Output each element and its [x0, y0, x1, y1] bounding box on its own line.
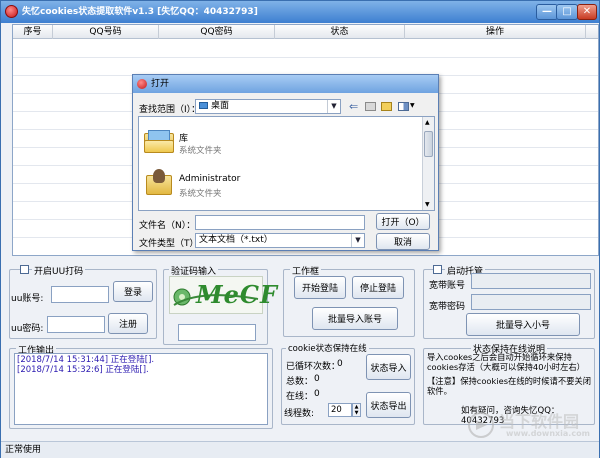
broadband-account-label: 宽带账号 — [429, 281, 466, 291]
column-header-qq[interactable]: QQ号码 — [53, 25, 159, 39]
uu-password-label: uu密码: — [11, 324, 44, 334]
uu-checkbox[interactable] — [20, 265, 29, 274]
threads-input[interactable]: 20 — [328, 403, 352, 417]
uu-account-input[interactable] — [51, 286, 109, 303]
broadband-account-input[interactable] — [471, 273, 591, 289]
back-arrow-icon[interactable]: ⇐ — [349, 100, 358, 113]
filetype-label: 文件类型（T）： — [139, 239, 203, 249]
file-item-type: 系统文件夹 — [179, 189, 222, 199]
view-chevron-icon[interactable]: ▼ — [410, 102, 415, 109]
log-line: [2018/7/14 15:31:44] 正在登陆[]. — [17, 355, 155, 365]
cookie-legend: cookie状态保持在线 — [286, 342, 369, 354]
up-folder-icon[interactable] — [365, 102, 376, 111]
help-warning: 【注意】保持cookies在线的时候请不要关闭软件。 — [427, 376, 592, 396]
status-bar: 正常使用 — [1, 441, 599, 458]
column-header-status[interactable]: 状态 — [275, 25, 405, 39]
scrollbar-thumb[interactable] — [424, 131, 433, 157]
window-title: 失忆cookies状态提取软件v1.3 [失忆QQ：40432793] — [22, 7, 258, 17]
uu-checkbox-label: 开启UU打码 — [32, 264, 86, 277]
filetype-select[interactable]: 文本文档（*.txt） ▼ — [195, 233, 365, 248]
dialog-open-button[interactable]: 打开（O） — [376, 213, 430, 230]
help-text: 导入cookes之后会自动开始循环来保持cookies存活（大概可以保持40小时… — [427, 352, 585, 372]
captcha-text: MeCF — [196, 280, 278, 309]
column-header-password[interactable]: QQ密码 — [159, 25, 275, 39]
chevron-down-icon[interactable]: ▼ — [351, 234, 364, 247]
spin-down-icon[interactable]: ▼ — [355, 410, 359, 416]
grid-line — [13, 57, 598, 58]
file-item-name[interactable]: Administrator — [179, 174, 240, 184]
captcha-image[interactable]: MeCF — [169, 276, 277, 314]
lookin-value: 桌面 — [211, 101, 230, 111]
online-value: 0 — [314, 389, 320, 399]
total-value: 0 — [314, 374, 320, 384]
stop-login-button[interactable]: 停止登陆 — [352, 276, 404, 299]
uu-account-label: uu账号: — [11, 294, 44, 304]
batch-import-accounts-button[interactable]: 批量导入账号 — [312, 307, 398, 330]
chevron-down-icon[interactable]: ▼ — [327, 100, 340, 113]
broadband-password-input[interactable] — [471, 294, 591, 310]
file-list[interactable]: 库 系统文件夹 Administrator 系统文件夹 ▲ ▼ — [138, 116, 435, 211]
table-header: 序号 QQ号码 QQ密码 状态 操作 — [13, 25, 598, 39]
dialog-app-icon — [137, 79, 147, 89]
file-list-scrollbar[interactable]: ▲ ▼ — [422, 117, 434, 210]
start-login-button[interactable]: 开始登陆 — [294, 276, 346, 299]
minimize-button[interactable]: — — [536, 4, 558, 20]
file-item-type: 系统文件夹 — [179, 146, 222, 156]
watermark-url: www.downxia.com — [506, 429, 590, 438]
dialog-title: 打开 — [151, 79, 170, 89]
user-folder-icon[interactable] — [144, 169, 174, 197]
scroll-down-icon[interactable]: ▼ — [425, 201, 430, 208]
log-line: [2018/7/14 15:32:6] 正在登陆[]. — [17, 365, 149, 375]
batch-import-small-accounts-button[interactable]: 批量导入小号 — [466, 313, 580, 336]
broadband-password-label: 宽带密码 — [429, 302, 466, 312]
cycle-count-value: 0 — [337, 359, 343, 369]
open-file-dialog[interactable]: 打开 查找范围（I）： 桌面 ▼ ⇐ ▼ 库 系统文件夹 Administrat… — [132, 74, 439, 251]
view-menu-icon[interactable] — [398, 102, 409, 111]
file-item-name[interactable]: 库 — [179, 131, 188, 144]
watermark-logo-icon — [468, 412, 494, 438]
filename-label: 文件名（N）： — [139, 221, 196, 231]
close-button[interactable]: ✕ — [577, 4, 597, 20]
title-bar[interactable]: 失忆cookies状态提取软件v1.3 [失忆QQ：40432793] — □ … — [1, 1, 599, 23]
column-header-index[interactable]: 序号 — [13, 25, 53, 39]
filename-input[interactable] — [195, 215, 365, 230]
app-logo-icon — [5, 5, 18, 18]
threads-value: 20 — [331, 405, 342, 415]
scroll-up-icon[interactable]: ▲ — [425, 119, 430, 126]
uu-login-button[interactable]: 登录 — [113, 281, 153, 302]
status-import-button[interactable]: 状态导入 — [366, 354, 411, 380]
output-log[interactable]: [2018/7/14 15:31:44] 正在登陆[]. [2018/7/14 … — [14, 353, 268, 425]
filetype-value: 文本文档（*.txt） — [199, 235, 273, 245]
column-header-action[interactable]: 操作 — [405, 25, 586, 39]
status-export-button[interactable]: 状态导出 — [366, 392, 411, 418]
library-folder-icon[interactable] — [144, 130, 174, 154]
hosting-checkbox[interactable] — [433, 265, 442, 274]
total-label: 总数： — [286, 377, 314, 387]
threads-spinner[interactable]: ▲ ▼ — [352, 403, 361, 417]
dialog-cancel-button[interactable]: 取消 — [376, 233, 430, 250]
desktop-icon — [199, 102, 208, 109]
cycle-count-label: 已循环次数： — [286, 362, 341, 372]
new-folder-icon[interactable] — [381, 102, 392, 111]
lookin-select[interactable]: 桌面 ▼ — [195, 99, 341, 114]
online-label: 在线： — [286, 392, 314, 402]
status-text: 正常使用 — [5, 445, 42, 455]
lookin-label: 查找范围（I）： — [139, 105, 201, 115]
threads-label: 线程数: — [284, 409, 315, 419]
dialog-title-bar[interactable]: 打开 — [133, 75, 438, 93]
main-window: 失忆cookies状态提取软件v1.3 [失忆QQ：40432793] — □ … — [0, 0, 600, 458]
captcha-input[interactable] — [178, 324, 256, 341]
uu-register-button[interactable]: 注册 — [108, 313, 148, 334]
uu-password-input[interactable] — [47, 316, 105, 333]
maximize-button[interactable]: □ — [556, 4, 578, 20]
